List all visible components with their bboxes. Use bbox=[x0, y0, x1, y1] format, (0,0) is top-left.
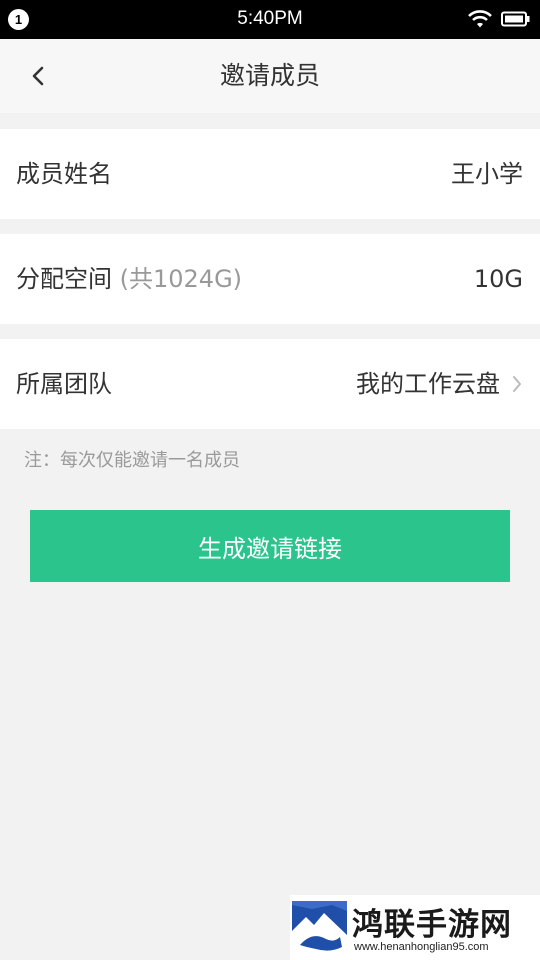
nav-bar: 邀请成员 bbox=[0, 39, 540, 113]
invite-note: 注：每次仅能邀请一名成员 bbox=[24, 450, 240, 471]
page-title: 邀请成员 bbox=[219, 61, 320, 90]
battery-icon bbox=[501, 11, 530, 27]
chevron-left-icon bbox=[32, 66, 44, 86]
space-label-text: 分配空间 bbox=[16, 265, 112, 293]
watermark-title: 鸿联手游网 bbox=[352, 907, 512, 943]
watermark-logo-icon bbox=[292, 901, 347, 955]
team-label: 所属团队 bbox=[16, 370, 112, 398]
watermark-url: www.henanhonglian95.com bbox=[354, 941, 489, 953]
generate-invite-link-button[interactable]: 生成邀请链接 bbox=[30, 510, 510, 582]
member-name-value: 王小学 bbox=[451, 160, 523, 188]
member-name-label: 成员姓名 bbox=[16, 160, 112, 188]
status-time: 5:40PM bbox=[237, 8, 303, 29]
space-label: 分配空间 (共1024G) bbox=[16, 234, 242, 324]
team-row[interactable]: 所属团队 我的工作云盘 bbox=[0, 339, 540, 429]
back-button[interactable] bbox=[20, 58, 56, 94]
wifi-icon bbox=[468, 10, 492, 28]
space-row[interactable]: 分配空间 (共1024G) 10G bbox=[0, 234, 540, 324]
space-total-hint: (共1024G) bbox=[119, 265, 243, 293]
chevron-right-icon bbox=[513, 376, 521, 392]
member-name-row[interactable]: 成员姓名 王小学 bbox=[0, 129, 540, 219]
space-value: 10G bbox=[473, 265, 523, 293]
status-bar: 1 5:40PM bbox=[0, 0, 540, 39]
team-value: 我的工作云盘 bbox=[356, 370, 500, 398]
watermark: 鸿联手游网 www.henanhonglian95.com bbox=[290, 895, 540, 960]
